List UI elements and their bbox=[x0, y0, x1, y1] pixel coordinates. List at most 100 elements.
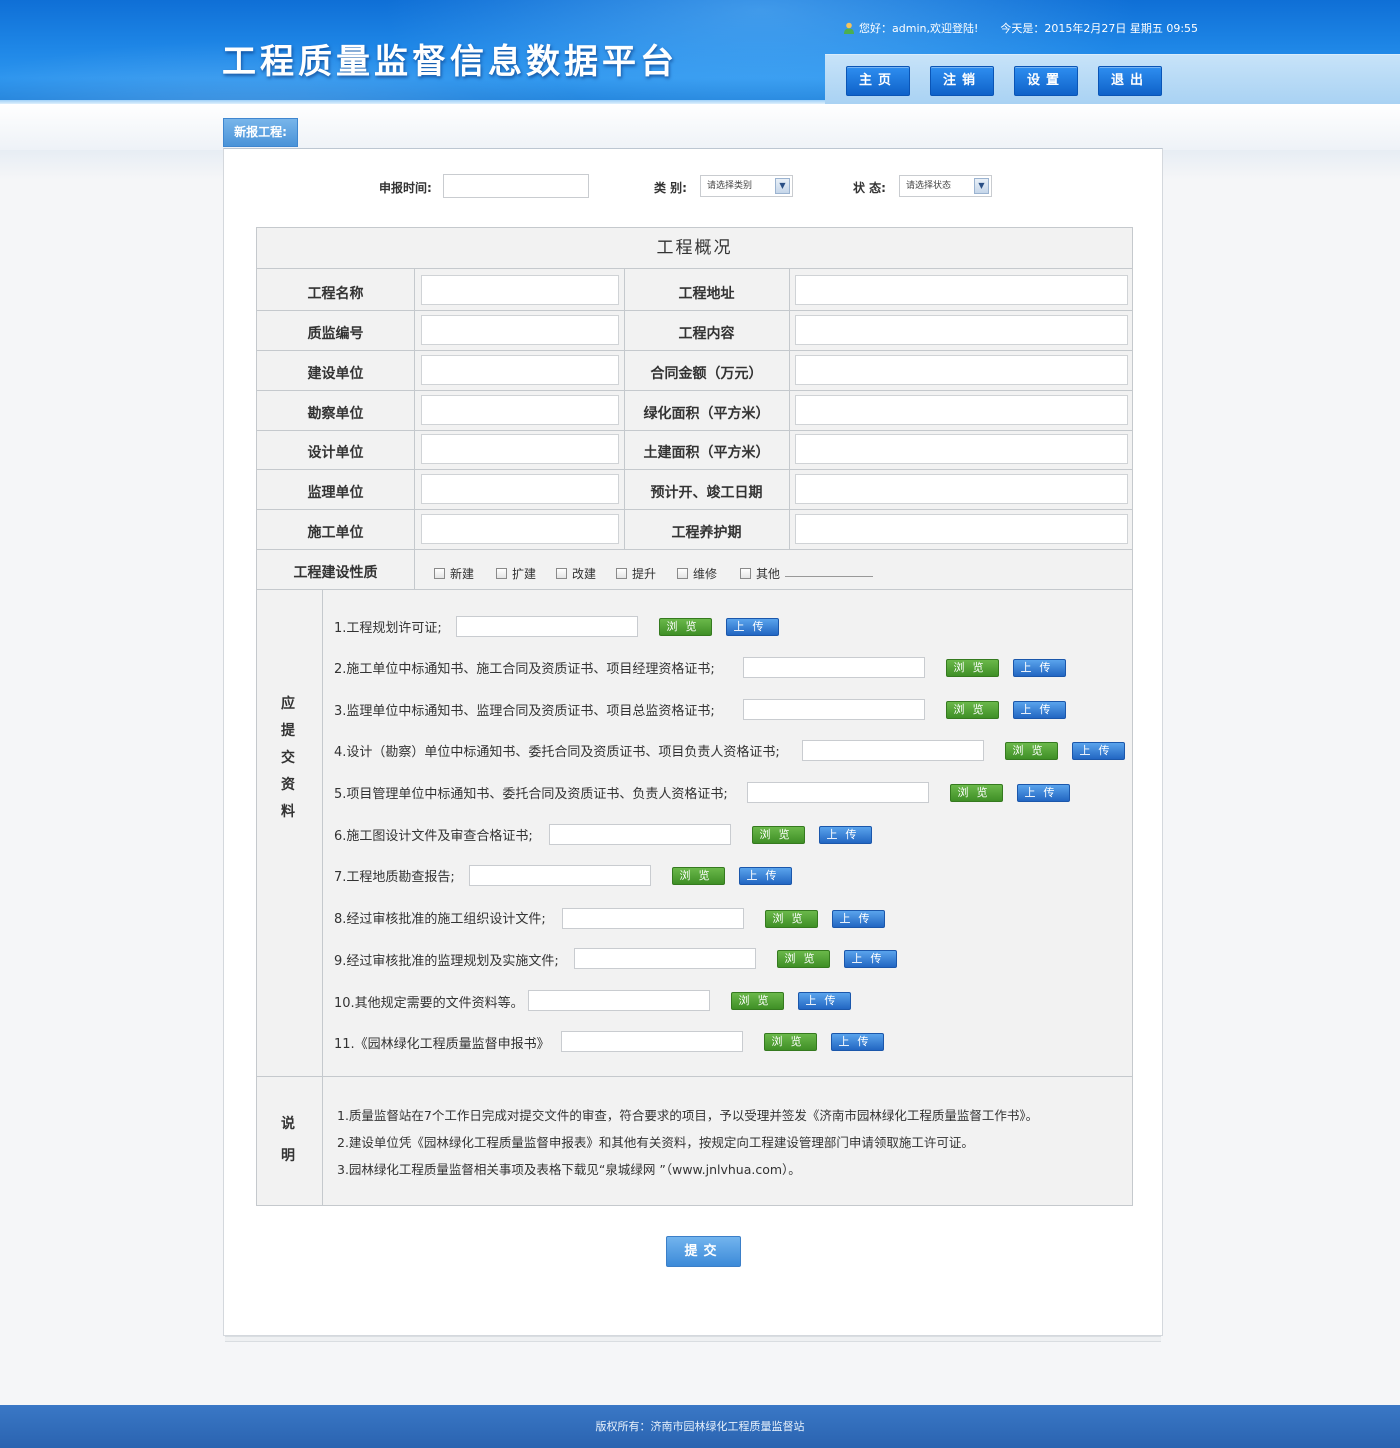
row-divider bbox=[257, 549, 1132, 550]
nav-bar: 主页 注销 设置 退出 bbox=[825, 54, 1400, 104]
doc-label-10: 10.其他规定需要的文件资料等。 bbox=[334, 996, 524, 1011]
browse-button-5[interactable]: 浏览 bbox=[950, 784, 1003, 802]
upload-button-9[interactable]: 上传 bbox=[844, 950, 897, 968]
nav-home-button[interactable]: 主页 bbox=[846, 66, 910, 96]
browse-button-2[interactable]: 浏览 bbox=[946, 659, 999, 677]
input-supervision-number[interactable] bbox=[421, 315, 619, 345]
row-divider bbox=[257, 310, 1132, 311]
upload-button-8[interactable]: 上传 bbox=[832, 910, 885, 928]
upload-button-10[interactable]: 上传 bbox=[798, 992, 851, 1010]
input-project-name[interactable] bbox=[421, 275, 619, 305]
doc-label-2: 2.施工单位中标通知书、施工合同及资质证书、项目经理资格证书; bbox=[334, 662, 715, 677]
label-survey-unit: 勘察单位 bbox=[307, 406, 364, 422]
browse-button-7[interactable]: 浏览 bbox=[672, 867, 725, 885]
doc-input-5[interactable] bbox=[747, 782, 929, 803]
upload-button-2[interactable]: 上传 bbox=[1013, 659, 1066, 677]
sub-header bbox=[0, 104, 1400, 150]
browse-button-3[interactable]: 浏览 bbox=[946, 701, 999, 719]
row-divider bbox=[257, 589, 1132, 590]
label-green-area: 绿化面积（平方米） bbox=[643, 406, 770, 422]
doc-input-8[interactable] bbox=[562, 908, 744, 929]
checkbox-icon[interactable] bbox=[434, 568, 445, 579]
input-green-area[interactable] bbox=[795, 395, 1128, 425]
doc-input-9[interactable] bbox=[574, 948, 756, 969]
site-title: 工程质量监督信息数据平台 bbox=[222, 42, 678, 82]
browse-button-6[interactable]: 浏览 bbox=[752, 826, 805, 844]
row-divider bbox=[257, 469, 1132, 470]
doc-input-10[interactable] bbox=[528, 990, 710, 1011]
category-select[interactable]: 请选择类别 ▼ bbox=[700, 175, 793, 197]
browse-button-1[interactable]: 浏览 bbox=[659, 618, 712, 636]
nav-exit-button[interactable]: 退出 bbox=[1098, 66, 1162, 96]
input-project-content[interactable] bbox=[795, 315, 1128, 345]
checkbox-icon[interactable] bbox=[496, 568, 507, 579]
label-supervision-number: 质监编号 bbox=[307, 326, 364, 342]
upload-button-11[interactable]: 上传 bbox=[831, 1033, 884, 1051]
label-maintenance-period: 工程养护期 bbox=[671, 525, 742, 541]
date-text: 今天是：2015年2月27日 星期五 09:55 bbox=[1000, 22, 1199, 35]
doc-input-4[interactable] bbox=[802, 740, 984, 761]
doc-input-3[interactable] bbox=[743, 699, 925, 720]
chevron-down-icon[interactable]: ▼ bbox=[974, 178, 989, 194]
input-contractor-unit[interactable] bbox=[421, 514, 619, 544]
upload-button-3[interactable]: 上传 bbox=[1013, 701, 1066, 719]
doc-label-7: 7.工程地质勘查报告; bbox=[334, 870, 455, 885]
panel-bottom-edge bbox=[225, 1336, 1161, 1342]
chevron-down-icon[interactable]: ▼ bbox=[775, 178, 790, 194]
filter-category-label: 类 别: bbox=[654, 181, 687, 195]
input-supervisor-unit[interactable] bbox=[421, 474, 619, 504]
upload-button-6[interactable]: 上传 bbox=[819, 826, 872, 844]
checkbox-icon[interactable] bbox=[616, 568, 627, 579]
upload-button-5[interactable]: 上传 bbox=[1017, 784, 1070, 802]
input-construction-unit[interactable] bbox=[421, 355, 619, 385]
checkbox-icon[interactable] bbox=[556, 568, 567, 579]
doc-input-11[interactable] bbox=[561, 1031, 743, 1052]
note-line-2: 2.建设单位凭《园林绿化工程质量监督申报表》和其他有关资料，按规定向工程建设管理… bbox=[337, 1135, 974, 1150]
label-contractor-unit: 施工单位 bbox=[307, 525, 364, 541]
doc-label-11: 11.《园林绿化工程质量监督申报书》 bbox=[334, 1037, 550, 1052]
doc-input-1[interactable] bbox=[456, 616, 638, 637]
label-design-unit: 设计单位 bbox=[307, 445, 364, 461]
input-contract-amount[interactable] bbox=[795, 355, 1128, 385]
upload-button-1[interactable]: 上传 bbox=[726, 618, 779, 636]
input-survey-unit[interactable] bbox=[421, 395, 619, 425]
submit-button[interactable]: 提交 bbox=[666, 1236, 741, 1267]
checkbox-icon[interactable] bbox=[677, 568, 688, 579]
input-project-address[interactable] bbox=[795, 275, 1128, 305]
row-divider bbox=[257, 1076, 1132, 1077]
filter-date-input[interactable] bbox=[443, 174, 589, 198]
input-maintenance-period[interactable] bbox=[795, 514, 1128, 544]
checkbox-icon[interactable] bbox=[740, 568, 751, 579]
nav-settings-button[interactable]: 设置 bbox=[1014, 66, 1078, 96]
tab-new-project[interactable]: 新报工程: bbox=[223, 118, 298, 147]
checkbox-expand[interactable]: 扩建 bbox=[496, 565, 536, 582]
browse-button-4[interactable]: 浏览 bbox=[1005, 742, 1058, 760]
checkbox-rebuild[interactable]: 改建 bbox=[556, 565, 596, 582]
project-overview-table: 工程概况 工程名称 工程地址 质监编号 工程内容 建设单位 合同金额（万元） 勘… bbox=[256, 227, 1133, 1206]
browse-button-8[interactable]: 浏览 bbox=[765, 910, 818, 928]
input-planned-dates[interactable] bbox=[795, 474, 1128, 504]
doc-label-1: 1.工程规划许可证; bbox=[334, 621, 442, 636]
input-design-unit[interactable] bbox=[421, 434, 619, 464]
checkbox-other[interactable]: 其他 bbox=[740, 565, 780, 582]
doc-input-7[interactable] bbox=[469, 865, 651, 886]
documents-section-label: 应 提 交 资 料 bbox=[281, 696, 295, 820]
checkbox-upgrade[interactable]: 提升 bbox=[616, 565, 656, 582]
upload-button-7[interactable]: 上传 bbox=[739, 867, 792, 885]
browse-button-11[interactable]: 浏览 bbox=[764, 1033, 817, 1051]
browse-button-9[interactable]: 浏览 bbox=[777, 950, 830, 968]
doc-label-3: 3.监理单位中标通知书、监理合同及资质证书、项目总监资格证书; bbox=[334, 704, 715, 719]
doc-input-6[interactable] bbox=[549, 824, 731, 845]
status-select[interactable]: 请选择状态 ▼ bbox=[899, 175, 992, 197]
checkbox-repair[interactable]: 维修 bbox=[677, 565, 717, 582]
browse-button-10[interactable]: 浏览 bbox=[731, 992, 784, 1010]
row-divider bbox=[257, 430, 1132, 431]
label-supervisor-unit: 监理单位 bbox=[307, 485, 364, 501]
other-text-line[interactable] bbox=[785, 576, 873, 577]
label-construction-unit: 建设单位 bbox=[307, 366, 364, 382]
upload-button-4[interactable]: 上传 bbox=[1072, 742, 1125, 760]
checkbox-new[interactable]: 新建 bbox=[434, 565, 474, 582]
nav-logout-button[interactable]: 注销 bbox=[930, 66, 994, 96]
doc-input-2[interactable] bbox=[743, 657, 925, 678]
input-civil-area[interactable] bbox=[795, 434, 1128, 464]
